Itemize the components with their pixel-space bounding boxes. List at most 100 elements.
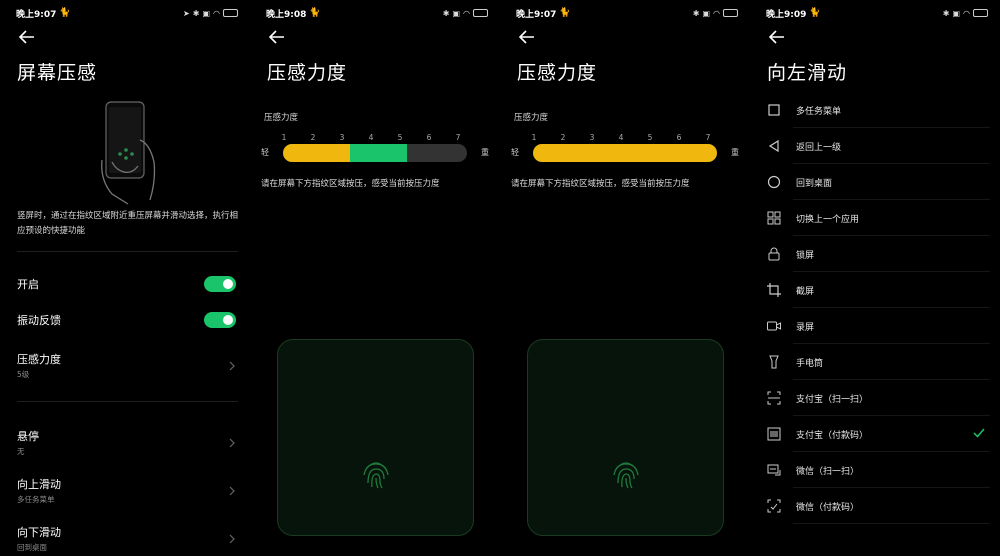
page-title: 屏幕压感 (17, 62, 98, 84)
divider (17, 251, 238, 252)
flashlight-icon (766, 354, 782, 370)
scale-number: 3 (339, 133, 345, 142)
action-item-label: 切换上一个应用 (796, 214, 860, 225)
scale-number: 7 (705, 133, 711, 142)
action-item-label: 微信（扫一扫） (796, 466, 860, 477)
screen-pressure-level-b: 晚上9:07 🐈 ✱ ▣ ◠ 压感力度 压感力度 1 2 3 4 5 6 7 轻 重 请在屏… (500, 0, 750, 556)
bluetooth-icon: ✱ (192, 8, 200, 18)
press-hint: 请在屏幕下方指纹区域按压，感受当前按压力度 (261, 179, 440, 189)
scale-number: 2 (560, 133, 566, 142)
section-label: 压感力度 (264, 113, 299, 123)
enable-row[interactable]: 开启 (17, 276, 236, 292)
action-item-label: 录屏 (796, 322, 815, 333)
scale-number: 4 (368, 133, 374, 142)
swipe-up-text: 向上滑动 多任务菜单 (17, 476, 61, 505)
action-item[interactable]: 切换上一个应用 (766, 200, 990, 236)
status-bar: 晚上9:09 🐈 ✱ ▣ ◠ (766, 7, 988, 20)
back-arrow-icon[interactable] (518, 28, 536, 46)
back-arrow-icon[interactable] (768, 28, 786, 46)
cat-icon: 🐈 (559, 8, 571, 18)
cat-icon: 🐈 (809, 8, 821, 18)
action-item[interactable]: 录屏 (766, 308, 990, 344)
pressure-row[interactable]: 压感力度 5级 (17, 351, 236, 380)
wechat-pay-icon (766, 498, 782, 514)
scale-number: 1 (531, 133, 537, 142)
action-item[interactable]: 回到桌面 (766, 164, 990, 200)
square-icon (766, 102, 782, 118)
sim-icon: ▣ (702, 8, 711, 18)
swipe-up-label: 向上滑动 (17, 478, 61, 491)
divider (793, 523, 990, 524)
screen-pressure-level-a: 晚上9:08 🐈 ✱ ▣ ◠ 压感力度 压感力度 1 2 3 4 5 6 7 轻 重 请在屏… (250, 0, 500, 556)
action-item-label: 多任务菜单 (796, 106, 842, 117)
swipe-down-value: 回到桌面 (17, 543, 47, 552)
action-item[interactable]: 支付宝（付款码） (766, 416, 990, 452)
scale-number: 6 (426, 133, 432, 142)
action-item[interactable]: 返回上一级 (766, 128, 990, 164)
bar-fill-yellow (283, 144, 351, 162)
phone-press-illustration-icon (101, 101, 156, 205)
pressure-slider[interactable] (533, 144, 717, 162)
back-arrow-icon[interactable] (18, 28, 36, 46)
screen-swipe-left: 晚上9:09 🐈 ✱ ▣ ◠ 向左滑动 多任务菜单返回上一级回到桌面切换上一个应… (750, 0, 1000, 556)
wifi-icon: ◠ (463, 8, 470, 18)
switch-app-icon (766, 210, 782, 226)
vibration-row[interactable]: 振动反馈 (17, 312, 236, 328)
checkmark-icon (973, 428, 985, 438)
action-item[interactable]: 多任务菜单 (766, 92, 990, 128)
bluetooth-icon: ✱ (942, 8, 950, 18)
vibration-toggle[interactable] (204, 312, 236, 328)
status-icons: ✱ ▣ ◠ (693, 9, 738, 18)
status-bar: 晚上9:07 🐈 ➤ ✱ ▣ ◠ (16, 7, 238, 20)
scale-number: 6 (676, 133, 682, 142)
level-scale: 1 2 3 4 5 6 7 (282, 133, 462, 143)
action-item-label: 手电筒 (796, 358, 824, 369)
sim-icon: ▣ (952, 8, 961, 18)
action-item[interactable]: 截屏 (766, 272, 990, 308)
scan-icon (766, 390, 782, 406)
sim-icon: ▣ (202, 8, 211, 18)
fingerprint-area[interactable] (277, 339, 474, 536)
page-title: 压感力度 (267, 62, 348, 84)
page-title: 向左滑动 (767, 62, 848, 84)
circle-icon (766, 174, 782, 190)
fingerprint-area[interactable] (527, 339, 724, 536)
scale-number: 1 (281, 133, 287, 142)
heavy-label: 重 (481, 148, 489, 157)
pressure-label: 压感力度 (17, 353, 61, 366)
pressure-slider[interactable] (283, 144, 467, 162)
action-item-label: 返回上一级 (796, 142, 842, 153)
back-arrow-icon[interactable] (268, 28, 286, 46)
crop-icon (766, 282, 782, 298)
status-time: 晚上9:07 (16, 9, 57, 20)
chevron-right-icon (229, 361, 235, 370)
swipe-down-text: 向下滑动 回到桌面 (17, 524, 61, 553)
light-label: 轻 (261, 148, 269, 157)
scale-number: 5 (647, 133, 653, 142)
action-item-label: 微信（付款码） (796, 502, 860, 513)
divider (17, 401, 238, 402)
toggle-knob (223, 315, 233, 325)
cat-icon: 🐈 (59, 8, 71, 18)
level-scale: 1 2 3 4 5 6 7 (532, 133, 712, 143)
barcode-icon (766, 426, 782, 442)
bar-fill-yellow (533, 144, 717, 162)
action-item[interactable]: 微信（扫一扫） (766, 452, 990, 488)
action-item[interactable]: 手电筒 (766, 344, 990, 380)
status-icons: ➤ ✱ ▣ ◠ (183, 9, 238, 18)
fingerprint-icon (363, 462, 389, 489)
status-icons: ✱ ▣ ◠ (943, 9, 988, 18)
light-label: 轻 (511, 148, 519, 157)
chevron-right-icon (229, 486, 235, 495)
enable-label: 开启 (17, 278, 39, 291)
status-bar: 晚上9:07 🐈 ✱ ▣ ◠ (516, 7, 738, 20)
swipe-up-row[interactable]: 向上滑动 多任务菜单 (17, 476, 236, 505)
action-item[interactable]: 支付宝（扫一扫） (766, 380, 990, 416)
hover-row[interactable]: 悬停 无 (17, 428, 236, 457)
action-item[interactable]: 锁屏 (766, 236, 990, 272)
screen-pressure-settings: 晚上9:07 🐈 ➤ ✱ ▣ ◠ 屏幕压感 竖屏时，通过在指纹区域附近重压屏幕并… (0, 0, 250, 556)
action-item[interactable]: 微信（付款码） (766, 488, 990, 524)
enable-toggle[interactable] (204, 276, 236, 292)
scale-number: 3 (589, 133, 595, 142)
swipe-down-row[interactable]: 向下滑动 回到桌面 (17, 524, 236, 553)
